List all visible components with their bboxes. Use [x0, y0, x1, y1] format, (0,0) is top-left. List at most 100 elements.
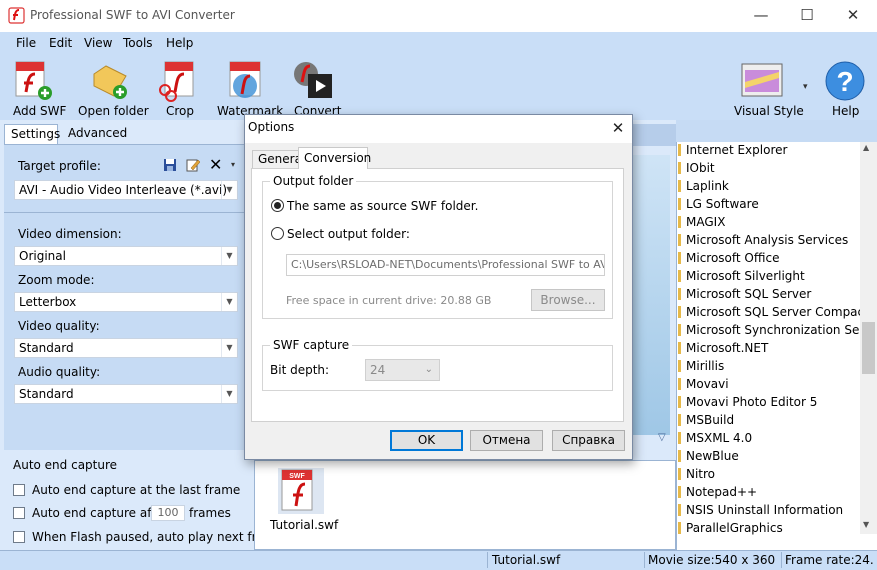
preview-canvas	[630, 155, 670, 435]
list-item[interactable]: Mirillis	[678, 357, 861, 375]
tab-settings[interactable]: Settings	[4, 124, 60, 144]
video-quality-select[interactable]: Standard ▼	[14, 338, 238, 358]
folder-icon	[678, 378, 681, 390]
folder-icon	[678, 414, 681, 426]
chevron-down-icon: ▼	[221, 339, 237, 357]
auto-end-last-frame-label: Auto end capture at the last frame	[32, 483, 241, 497]
open-folder-icon	[93, 65, 127, 99]
ok-button[interactable]: OK	[390, 430, 463, 451]
auto-end-last-frame-checkbox[interactable]	[13, 484, 25, 496]
open-folder-button[interactable]: Open folder	[74, 58, 149, 120]
cancel-button[interactable]: Отмена	[470, 430, 543, 451]
dialog-help-button[interactable]: Справка	[552, 430, 625, 451]
list-item[interactable]: Microsoft.NET	[678, 339, 861, 357]
audio-quality-label: Audio quality:	[18, 365, 101, 379]
folder-icon	[678, 522, 681, 534]
file-name[interactable]: Tutorial.swf	[270, 518, 338, 532]
list-item-label: MSBuild	[686, 413, 735, 427]
list-item[interactable]: IObit	[678, 159, 861, 177]
list-item-label: Microsoft Office	[686, 251, 780, 265]
crop-button[interactable]: Crop	[155, 58, 201, 120]
maximize-icon[interactable]: ☐	[784, 0, 830, 32]
folder-icon	[678, 270, 681, 282]
tab-advanced[interactable]: Advanced	[62, 124, 127, 144]
list-item[interactable]: Movavi	[678, 375, 861, 393]
list-item[interactable]: Microsoft SQL Server	[678, 285, 861, 303]
list-item[interactable]: Microsoft SQL Server Compact Ed	[678, 303, 861, 321]
auto-end-after-checkbox[interactable]	[13, 507, 25, 519]
list-item-label: Mirillis	[686, 359, 725, 373]
scroll-down-icon[interactable]: ▼	[863, 520, 869, 529]
list-item[interactable]: Nitro	[678, 465, 861, 483]
tab-conversion[interactable]: Conversion	[298, 147, 371, 169]
convert-button[interactable]: Convert	[288, 58, 341, 120]
list-item[interactable]: MAGIX	[678, 213, 861, 231]
save-profile-icon[interactable]	[163, 158, 177, 172]
audio-quality-value: Standard	[19, 387, 74, 401]
list-item[interactable]: Laplink	[678, 177, 861, 195]
list-item[interactable]: NSIS Uninstall Information	[678, 501, 861, 519]
list-item[interactable]: Microsoft Synchronization Servic	[678, 321, 861, 339]
visual-style-button[interactable]: ▾ Visual Style	[732, 58, 814, 120]
list-item-label: Movavi Photo Editor 5	[686, 395, 818, 409]
add-swf-button[interactable]: Add SWF	[8, 58, 66, 120]
target-profile-select[interactable]: AVI - Audio Video Interleave (*.avi) ▼	[14, 180, 238, 200]
chevron-down-icon: ▼	[221, 385, 237, 403]
list-item-label: IObit	[686, 161, 715, 175]
list-item[interactable]: ParallelGraphics	[678, 519, 861, 537]
edit-profile-icon[interactable]	[186, 158, 200, 172]
profile-menu-dropdown-icon[interactable]: ▾	[231, 160, 235, 169]
list-item-label: Microsoft.NET	[686, 341, 769, 355]
list-item[interactable]: MSXML 4.0	[678, 429, 861, 447]
scroll-up-icon[interactable]: ▲	[863, 143, 869, 152]
folder-icon	[678, 468, 681, 480]
browse-button[interactable]: Browse...	[531, 289, 605, 311]
auto-play-next-checkbox[interactable]	[13, 531, 25, 543]
list-item-label: Internet Explorer	[686, 143, 788, 157]
menu-edit[interactable]: Edit	[49, 36, 72, 50]
select-folder-radio[interactable]	[271, 227, 284, 240]
scroll-thumb[interactable]	[862, 322, 875, 374]
bit-depth-select[interactable]: 24 ⌄	[365, 359, 440, 381]
swf-file-icon[interactable]: SWF	[278, 468, 324, 514]
list-item[interactable]: Microsoft Analysis Services	[678, 231, 861, 249]
list-item[interactable]: Microsoft Silverlight	[678, 267, 861, 285]
zoom-mode-label: Zoom mode:	[18, 273, 95, 287]
list-item-label: Notepad++	[686, 485, 758, 499]
list-item[interactable]: NewBlue	[678, 447, 861, 465]
folder-icon	[678, 252, 681, 264]
list-item-label: Laplink	[686, 179, 729, 193]
swf-capture-group-label: SWF capture	[270, 338, 353, 352]
delete-profile-icon[interactable]: ✕	[209, 155, 222, 174]
list-item[interactable]: Internet Explorer	[678, 141, 861, 159]
preview-collapse-icon[interactable]: ▽	[658, 432, 666, 443]
crop-label: Crop	[166, 104, 195, 118]
menu-tools[interactable]: Tools	[123, 36, 153, 50]
list-item-label: Microsoft SQL Server	[686, 287, 812, 301]
close-icon[interactable]: ✕	[830, 0, 876, 32]
minimize-icon[interactable]: —	[738, 0, 784, 32]
list-item[interactable]: LG Software	[678, 195, 861, 213]
output-folder-input[interactable]: C:\Users\RSLOAD-NET\Documents\Profession…	[286, 254, 605, 276]
watermark-button[interactable]: Watermark	[214, 58, 283, 120]
chevron-down-icon: ▼	[221, 293, 237, 311]
dialog-close-icon[interactable]: ✕	[606, 117, 630, 139]
audio-quality-select[interactable]: Standard ▼	[14, 384, 238, 404]
visual-style-dropdown-icon[interactable]: ▾	[803, 82, 808, 92]
list-item-label: MAGIX	[686, 215, 726, 229]
menu-file[interactable]: File	[16, 36, 36, 50]
bit-depth-label: Bit depth:	[270, 363, 330, 377]
zoom-mode-select[interactable]: Letterbox ▼	[14, 292, 238, 312]
list-item[interactable]: Movavi Photo Editor 5	[678, 393, 861, 411]
menu-view[interactable]: View	[84, 36, 112, 50]
same-folder-radio[interactable]	[271, 199, 284, 212]
list-item[interactable]: Notepad++	[678, 483, 861, 501]
video-dimension-select[interactable]: Original ▼	[14, 246, 238, 266]
menu-help[interactable]: Help	[166, 36, 193, 50]
list-item-label: Microsoft Synchronization Servic	[686, 323, 861, 337]
list-item[interactable]: MSBuild	[678, 411, 861, 429]
folder-list-header	[676, 120, 877, 142]
list-item[interactable]: Microsoft Office	[678, 249, 861, 267]
help-button[interactable]: ? Help	[822, 58, 868, 120]
auto-end-frames-input[interactable]: 100	[151, 505, 185, 521]
